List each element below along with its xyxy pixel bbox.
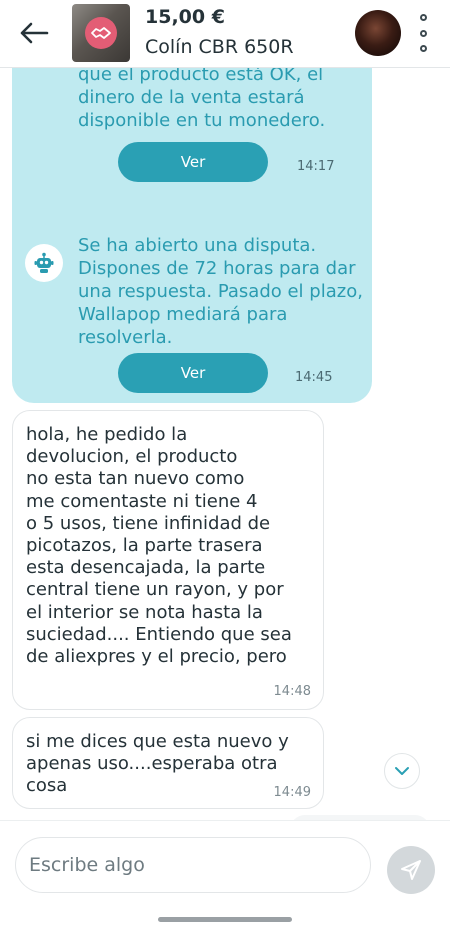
message-text: hola, he pedido la devolucion, el produc…: [26, 424, 292, 668]
arrow-left-icon: [20, 22, 49, 44]
item-thumbnail[interactable]: [72, 4, 130, 62]
chat-thread[interactable]: cuando el comprador confirme que el prod…: [0, 67, 450, 820]
system-message: Se ha abierto una disputa. Dispones de 7…: [12, 227, 372, 403]
message-time: 14:49: [273, 785, 311, 800]
message-time: 14:45: [295, 370, 333, 385]
chat-header: 15,00 € Colín CBR 650R: [0, 0, 450, 68]
handshake-icon: [85, 17, 117, 49]
chevron-down-icon: [395, 767, 409, 775]
incoming-message: si me dices que esta nuevo y apenas uso.…: [12, 717, 324, 809]
kebab-menu-icon[interactable]: [414, 14, 432, 52]
message-input[interactable]: [15, 837, 371, 893]
system-message-text: Se ha abierto una disputa. Dispones de 7…: [78, 235, 363, 348]
message-time: 14:17: [297, 159, 335, 174]
incoming-message: hola, he pedido la devolucion, el produc…: [12, 410, 324, 710]
send-icon: [401, 860, 421, 880]
system-message-text: cuando el comprador confirme que el prod…: [78, 67, 326, 131]
home-indicator: [158, 917, 292, 922]
item-title[interactable]: Colín CBR 650R: [145, 36, 294, 58]
send-button[interactable]: [387, 846, 435, 894]
scroll-to-bottom-button[interactable]: [384, 753, 420, 789]
ver-button[interactable]: Ver: [118, 142, 268, 182]
message-time: 14:48: [273, 684, 311, 699]
ver-button[interactable]: Ver: [118, 353, 268, 393]
item-price: 15,00 €: [145, 6, 225, 28]
back-button[interactable]: [16, 17, 52, 49]
robot-icon: [25, 244, 63, 282]
message-composer: [0, 820, 450, 930]
user-avatar[interactable]: [355, 10, 401, 56]
